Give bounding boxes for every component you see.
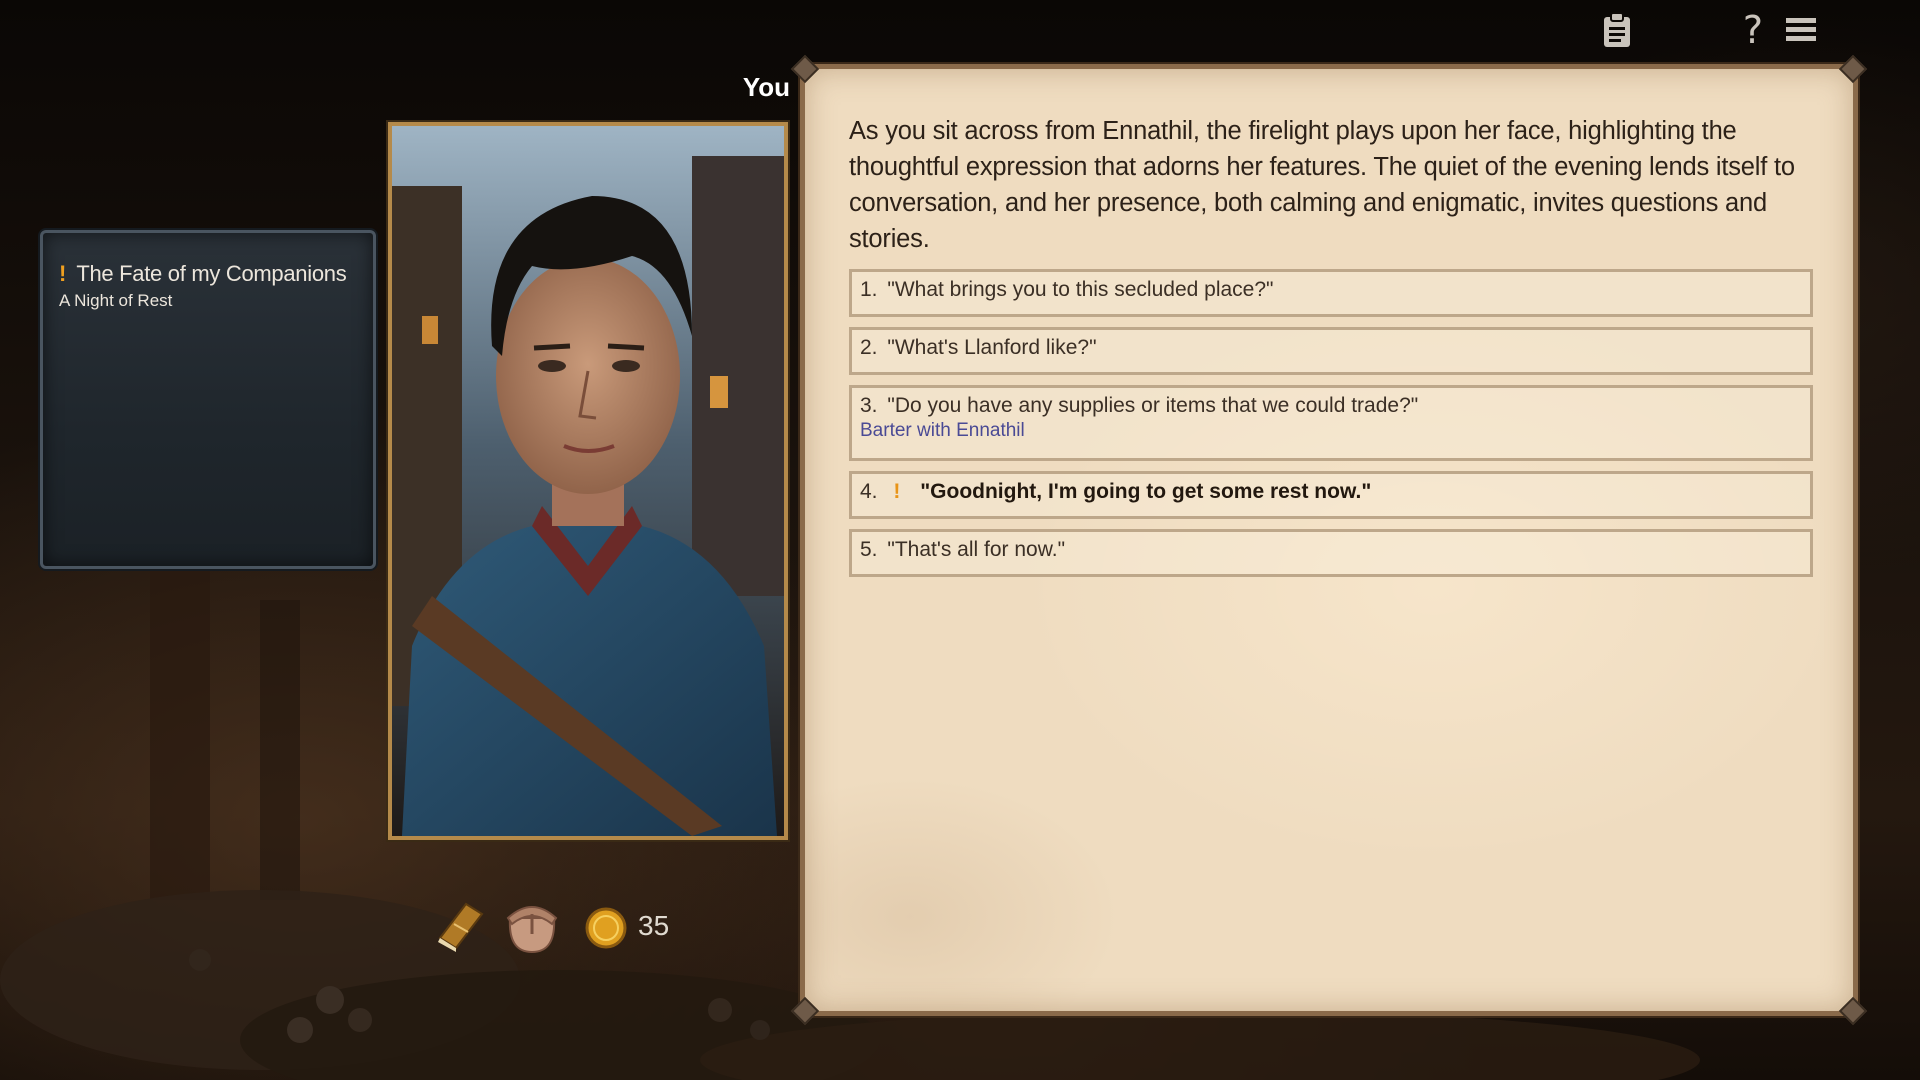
clipboard-icon [1604, 12, 1630, 47]
quest-entry[interactable]: ! The Fate of my Companions [59, 261, 347, 287]
dialogue-panel: As you sit across from Ennathil, the fir… [790, 54, 1868, 1026]
help-button[interactable]: ? [1735, 10, 1771, 50]
dialogue-option-5[interactable]: 5. "That's all for now." [849, 529, 1813, 577]
player-portrait [388, 122, 788, 840]
option-number: 1. [860, 278, 878, 301]
journal-button[interactable] [1600, 10, 1634, 50]
option-text: "That's all for now." [887, 538, 1066, 561]
dialogue-options: 1. "What brings you to this secluded pla… [849, 269, 1813, 587]
player-label: You [742, 72, 790, 102]
player-portrait-image [392, 126, 784, 836]
option-text: "What brings you to this secluded place?… [887, 278, 1274, 301]
main-menu-button[interactable] [1784, 10, 1818, 50]
journal-book-button[interactable] [432, 898, 488, 954]
narration-text: As you sit across from Ennathil, the fir… [849, 117, 1795, 253]
dialogue-option-4[interactable]: 4. ! "Goodnight, I'm going to get some r… [849, 471, 1813, 519]
quest-title: The Fate of my Companions [76, 261, 347, 286]
option-text: "What's Llanford like?" [887, 336, 1097, 359]
option-text: "Do you have any supplies or items that … [887, 394, 1419, 417]
corner-ornament [790, 54, 820, 84]
barter-action-label: Barter with Ennathil [860, 420, 1025, 441]
hamburger-menu-icon [1786, 18, 1816, 41]
quest-marker-icon: ! [59, 261, 67, 286]
quest-step: A Night of Rest [59, 291, 173, 310]
help-icon: ? [1742, 8, 1764, 52]
option-number: 3. [860, 394, 878, 417]
gold-coin-icon [584, 906, 628, 950]
journal-book-icon [438, 902, 484, 952]
satchel-icon [506, 906, 558, 954]
inventory-bag-button[interactable] [500, 894, 564, 956]
corner-ornament [1838, 54, 1868, 84]
option-number: 5. [860, 538, 878, 561]
option-number: 2. [860, 336, 878, 359]
corner-ornament [790, 996, 820, 1026]
quest-tracker-panel: ! The Fate of my Companions A Night of R… [40, 230, 376, 569]
dialogue-option-1[interactable]: 1. "What brings you to this secluded pla… [849, 269, 1813, 317]
dialogue-option-2[interactable]: 2. "What's Llanford like?" [849, 327, 1813, 375]
option-number: 4. [860, 480, 878, 503]
game-screen: ? ! The Fate of my Companions A Night of… [0, 0, 1920, 1080]
quest-marker-icon: ! [893, 480, 901, 503]
gold-count: 35 [638, 910, 670, 941]
dialogue-option-3[interactable]: 3. "Do you have any supplies or items th… [849, 385, 1813, 461]
option-text: "Goodnight, I'm going to get some rest n… [920, 480, 1372, 503]
corner-ornament [1838, 996, 1868, 1026]
